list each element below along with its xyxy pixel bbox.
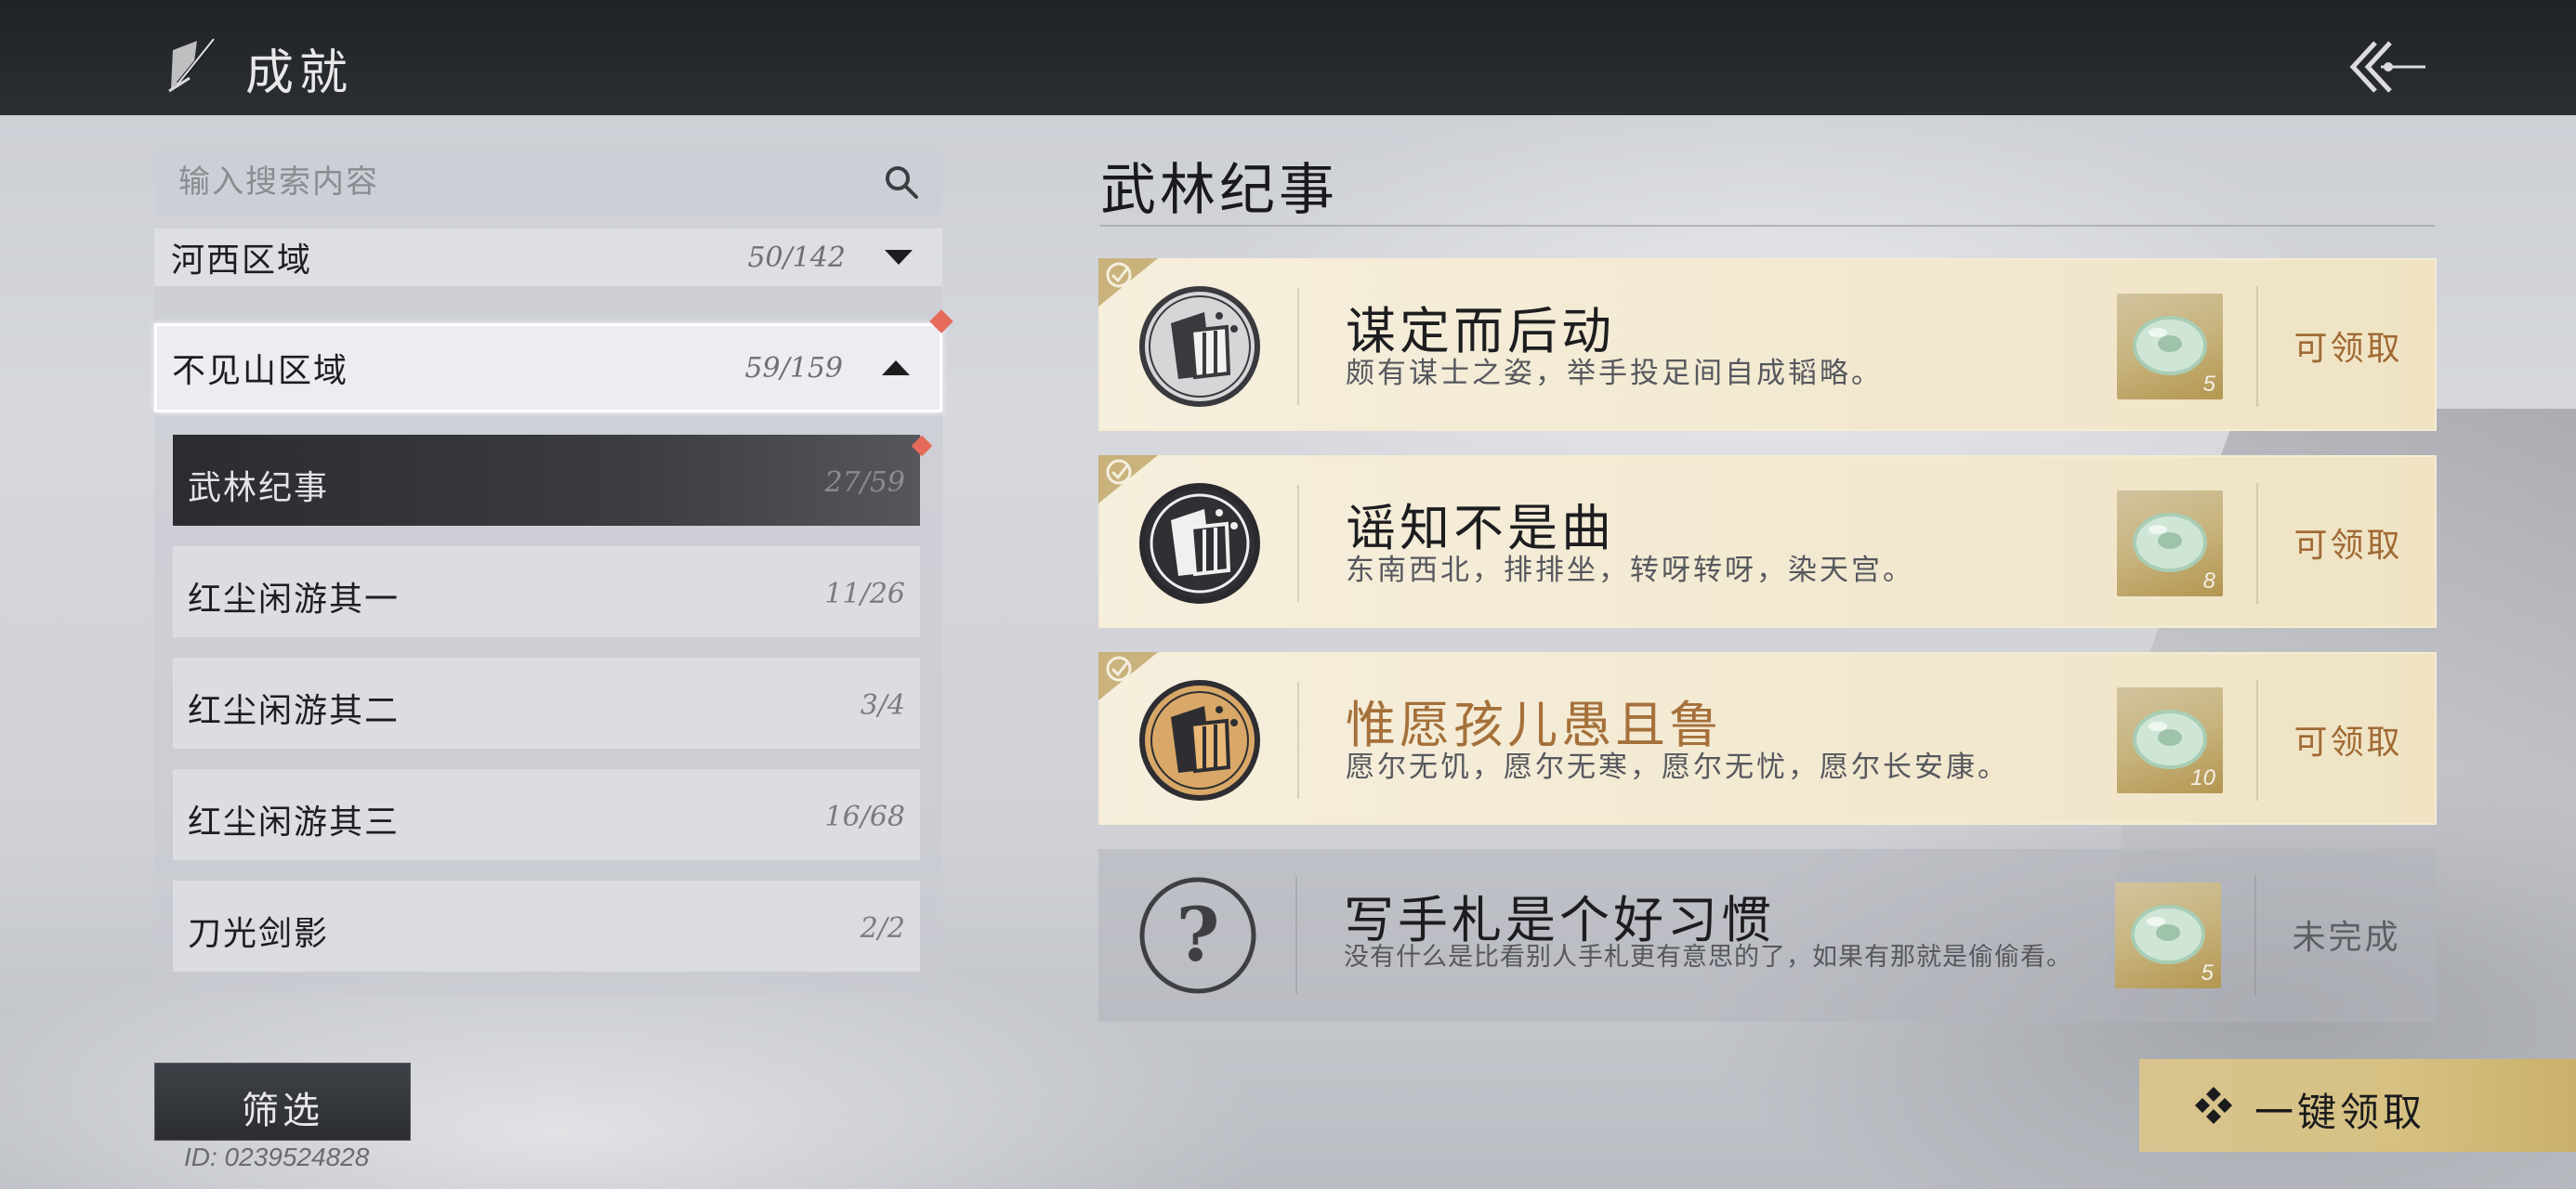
divider: [1100, 225, 2435, 227]
filter-label: 筛选: [242, 1090, 323, 1132]
category-count: 2/2: [860, 912, 905, 945]
back-arrow-icon[interactable]: [2344, 37, 2427, 97]
region-hexi[interactable]: 河西区域 50/142: [154, 229, 942, 286]
category-item-wulinjishi[interactable]: 武林纪事 27/59: [173, 435, 933, 526]
claim-all-button[interactable]: 一键领取: [2139, 1059, 2576, 1152]
reward-item[interactable]: 8: [2117, 490, 2223, 596]
category-item[interactable]: 红尘闲游其二 3/4: [173, 658, 920, 749]
reward-quantity: 5: [2201, 960, 2214, 986]
achievement-name: 谋定而后动: [1346, 302, 1615, 360]
claim-button[interactable]: 可领取: [2258, 715, 2438, 764]
jade-icon: [2131, 905, 2205, 964]
category-item[interactable]: 红尘闲游其三 16/68: [173, 769, 920, 860]
chevron-up-icon: [882, 360, 910, 375]
divider: [1295, 877, 1297, 994]
claim-button[interactable]: 可领取: [2258, 321, 2438, 370]
category-name: 红尘闲游其三: [188, 804, 401, 842]
achievement-card: 谣知不是曲 东南西北，排排坐，转呀转呀，染天宫。 8 可领取: [1098, 455, 2437, 628]
achievement-desc: 东南西北，排排坐，转呀转呀，染天宫。: [1346, 554, 1914, 587]
achievement-card: 谋定而后动 颇有谋士之姿，举手投足间自成韬略。 5 可领取: [1098, 258, 2437, 431]
category-item[interactable]: 刀光剑影 2/2: [173, 881, 920, 972]
question-mark-icon: ?: [1139, 877, 1256, 994]
category-name: 红尘闲游其一: [188, 581, 401, 619]
category-count: 3/4: [860, 689, 905, 722]
achievement-desc: 没有什么是比看别人手札更有意思的了，如果有那就是偷偷看。: [1344, 943, 2072, 972]
achievement-badge-icon: [1139, 286, 1260, 407]
achievement-badge-icon: [1139, 483, 1260, 604]
claim-all-label: 一键领取: [2254, 1090, 2426, 1135]
achievement-name: 谣知不是曲: [1346, 499, 1615, 557]
claim-button[interactable]: 可领取: [2258, 518, 2438, 567]
chevron-down-icon: [885, 250, 913, 265]
divider: [1297, 288, 1299, 405]
status-label: 未完成: [2292, 919, 2401, 957]
category-count: 27/59: [824, 466, 905, 499]
search-input[interactable]: [178, 158, 866, 206]
region-name: 不见山区域: [172, 352, 349, 390]
search-icon[interactable]: [883, 163, 920, 201]
divider: [1297, 682, 1299, 799]
section-title: 武林纪事: [1100, 158, 1338, 223]
reward-item[interactable]: 5: [2117, 294, 2223, 399]
reward-quantity: 10: [2190, 765, 2215, 790]
category-name: 刀光剑影: [188, 915, 330, 953]
achievement-name: 惟愿孩儿愚且鲁: [1346, 696, 1723, 754]
category-count: 11/26: [824, 578, 905, 610]
reward-item[interactable]: 5: [2115, 882, 2221, 988]
jade-icon: [2133, 513, 2207, 572]
jade-icon: [2133, 316, 2207, 375]
svg-text:?: ?: [1176, 891, 1220, 978]
achievement-card: 惟愿孩儿愚且鲁 愿尔无饥，愿尔无寒，愿尔无忧，愿尔长安康。 10 可领取: [1098, 652, 2437, 825]
region-name: 河西区域: [171, 242, 313, 280]
region-bujianshan[interactable]: 不见山区域 59/159: [154, 323, 942, 412]
quill-icon: [168, 38, 215, 93]
category-count: 16/68: [824, 801, 905, 833]
reward-quantity: 8: [2202, 568, 2215, 594]
region-count: 50/142: [747, 241, 846, 274]
top-bar: 成就: [0, 0, 2576, 115]
filter-button[interactable]: 筛选: [154, 1063, 411, 1141]
region-count: 59/159: [744, 351, 843, 385]
diamond-icon: [2195, 1087, 2232, 1124]
search-bar: [154, 149, 942, 216]
achievement-card: ? 写手札是个好习惯 没有什么是比看别人手札更有意思的了，如果有那就是偷偷看。 …: [1098, 849, 2437, 1022]
category-panel: 河西区域 50/142 不见山区域 59/159 武林纪事 27/59 红尘闲游…: [154, 149, 953, 994]
reward-quantity: 5: [2202, 372, 2215, 397]
jade-icon: [2133, 710, 2207, 769]
achievement-desc: 颇有谋士之姿，举手投足间自成韬略。: [1346, 357, 1883, 390]
category-name: 武林纪事: [188, 469, 330, 507]
category-item[interactable]: 红尘闲游其一 11/26: [173, 546, 920, 637]
category-name: 红尘闲游其二: [188, 692, 401, 730]
divider: [1297, 485, 1299, 602]
page-title: 成就: [245, 46, 354, 101]
achievement-badge-icon: [1139, 680, 1260, 801]
reward-item[interactable]: 10: [2117, 687, 2223, 793]
achievement-desc: 愿尔无饥，愿尔无寒，愿尔无忧，愿尔长安康。: [1346, 751, 2009, 784]
user-id: ID: 0239524828: [184, 1143, 370, 1171]
